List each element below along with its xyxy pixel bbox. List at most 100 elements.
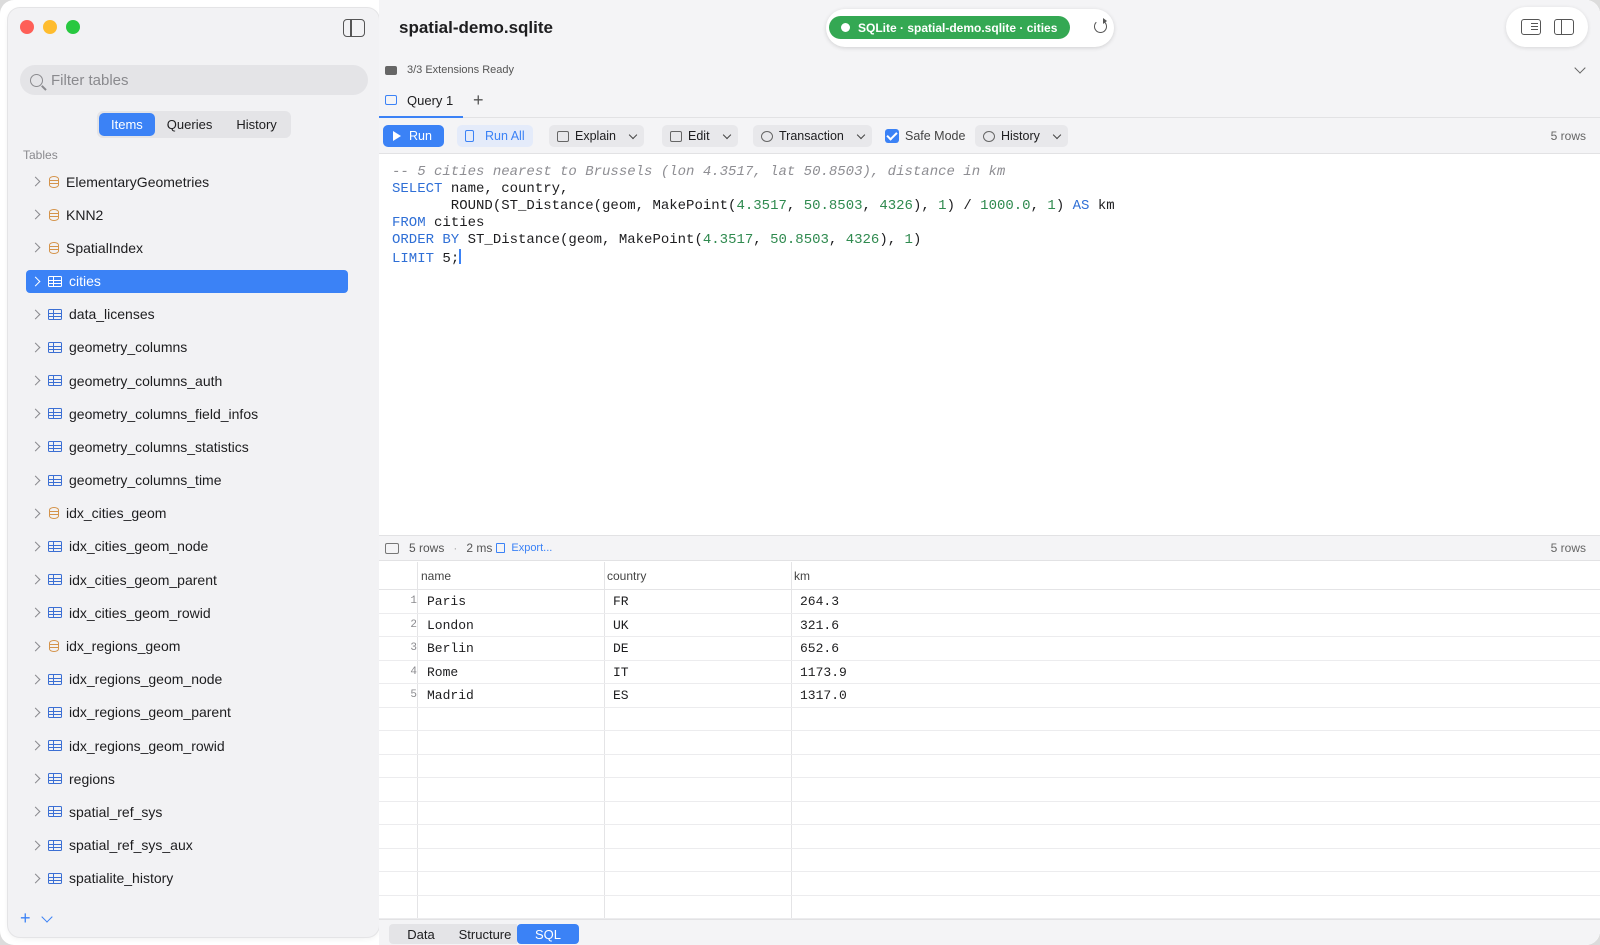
chevron-right-icon[interactable] <box>30 408 41 419</box>
chevron-right-icon[interactable] <box>30 607 41 618</box>
sidebar-item-geometry_columns_auth[interactable]: geometry_columns_auth <box>26 364 348 397</box>
table-row[interactable]: 5 Madrid ES 1317.0 <box>379 684 1600 708</box>
refresh-icon[interactable] <box>1094 18 1107 33</box>
chevron-right-icon[interactable] <box>30 243 41 253</box>
chevron-right-icon[interactable] <box>30 840 41 851</box>
chevron-right-icon[interactable] <box>30 475 41 486</box>
cell-country[interactable]: FR <box>613 594 629 609</box>
column-header-name[interactable]: name <box>421 569 451 583</box>
filter-tables-input[interactable] <box>51 71 351 89</box>
cell-name[interactable]: Paris <box>427 594 466 609</box>
tab-sql[interactable]: SQL <box>517 924 579 944</box>
chevron-down-icon[interactable] <box>1574 62 1586 74</box>
sidebar-item-idx_cities_geom_rowid[interactable]: idx_cities_geom_rowid <box>26 596 348 629</box>
cell-km[interactable]: 1317.0 <box>800 688 847 703</box>
sql-editor[interactable]: -- 5 cities nearest to Brussels (lon 4.3… <box>379 155 1600 533</box>
cell-km[interactable]: 1173.9 <box>800 665 847 680</box>
sidebar-item-data_licenses[interactable]: data_licenses <box>26 298 348 331</box>
table-row[interactable]: 2 London UK 321.6 <box>379 614 1600 637</box>
connection-status-badge[interactable]: SQLite · spatial-demo.sqlite · cities <box>829 16 1071 39</box>
transaction-button[interactable]: Transaction <box>753 125 872 147</box>
column-header-country[interactable]: country <box>607 569 646 583</box>
cell-km[interactable]: 652.6 <box>800 641 839 656</box>
chevron-down-icon[interactable] <box>1052 130 1062 139</box>
chevron-right-icon[interactable] <box>30 375 41 386</box>
sidebar-item-cities[interactable]: cities <box>26 269 348 293</box>
panel-toggle-icon[interactable] <box>1553 19 1574 35</box>
sidebar-item-geometry_columns_time[interactable]: geometry_columns_time <box>26 464 348 497</box>
cell-name[interactable]: London <box>427 618 474 633</box>
chevron-right-icon[interactable] <box>30 508 41 519</box>
sidebar-toggle-icon[interactable] <box>343 19 365 37</box>
table-row[interactable]: 1 Paris FR 264.3 <box>379 590 1600 614</box>
inspector-icon[interactable] <box>1520 19 1541 35</box>
edit-button[interactable]: Edit <box>662 125 738 147</box>
sidebar-item-geometry_columns_field_infos[interactable]: geometry_columns_field_infos <box>26 397 348 430</box>
sidebar-item-spatialite_history[interactable]: spatialite_history <box>26 862 348 895</box>
chevron-right-icon[interactable] <box>30 276 41 287</box>
add-icon[interactable]: + <box>20 908 31 929</box>
cell-country[interactable]: DE <box>613 641 629 656</box>
add-tab-button[interactable]: + <box>473 90 484 111</box>
history-button[interactable]: History <box>975 125 1068 147</box>
sidebar-item-geometry_columns_statistics[interactable]: geometry_columns_statistics <box>26 430 348 463</box>
close-window-button[interactable] <box>20 20 34 34</box>
chevron-right-icon[interactable] <box>30 541 41 552</box>
chevron-right-icon[interactable] <box>30 873 41 884</box>
sidebar-item-regions[interactable]: regions <box>26 762 348 795</box>
chevron-right-icon[interactable] <box>30 342 41 353</box>
sidebar-item-idx_cities_geom[interactable]: idx_cities_geom <box>26 497 348 530</box>
chevron-right-icon[interactable] <box>30 176 41 187</box>
chevron-right-icon[interactable] <box>30 707 41 718</box>
sidebar-item-geometry_columns[interactable]: geometry_columns <box>26 331 348 364</box>
minimize-window-button[interactable] <box>43 20 57 34</box>
sidebar-item-spatial_ref_sys[interactable]: spatial_ref_sys <box>26 795 348 828</box>
cell-name[interactable]: Berlin <box>427 641 474 656</box>
sidebar-item-idx_cities_geom_node[interactable]: idx_cities_geom_node <box>26 530 348 563</box>
zoom-window-button[interactable] <box>66 20 80 34</box>
cell-name[interactable]: Rome <box>427 665 458 680</box>
segment-queries[interactable]: Queries <box>155 113 225 136</box>
safe-mode-checkbox[interactable]: Safe Mode <box>885 125 965 147</box>
sidebar-item-SpatialIndex[interactable]: SpatialIndex <box>26 231 348 264</box>
sidebar-item-idx_regions_geom_rowid[interactable]: idx_regions_geom_rowid <box>26 729 348 762</box>
sidebar-item-idx_cities_geom_parent[interactable]: idx_cities_geom_parent <box>26 563 348 596</box>
export-icon[interactable] <box>496 543 506 553</box>
chevron-down-icon[interactable] <box>722 130 731 139</box>
filter-tables-field[interactable] <box>20 65 368 95</box>
cell-country[interactable]: UK <box>613 618 629 633</box>
sidebar-item-spatial_ref_sys_aux[interactable]: spatial_ref_sys_aux <box>26 829 348 862</box>
table-row[interactable]: 3 Berlin DE 652.6 <box>379 637 1600 661</box>
chevron-down-icon[interactable] <box>628 130 638 139</box>
extensions-bar[interactable]: 3/3 Extensions Ready <box>379 56 1600 84</box>
run-all-button[interactable]: Run All <box>457 125 533 147</box>
cell-country[interactable]: IT <box>613 665 629 680</box>
cell-km[interactable]: 321.6 <box>800 618 839 633</box>
chevron-right-icon[interactable] <box>30 574 41 585</box>
chevron-right-icon[interactable] <box>30 641 41 651</box>
column-header-km[interactable]: km <box>794 569 810 583</box>
segment-items[interactable]: Items <box>99 113 155 136</box>
chevron-down-icon[interactable] <box>40 910 53 923</box>
chevron-right-icon[interactable] <box>30 209 41 220</box>
sidebar-item-ElementaryGeometries[interactable]: ElementaryGeometries <box>26 165 348 198</box>
chevron-right-icon[interactable] <box>30 773 41 784</box>
explain-button[interactable]: Explain <box>549 125 644 147</box>
checkbox-checked-icon[interactable] <box>885 129 899 143</box>
chevron-down-icon[interactable] <box>856 130 866 139</box>
run-button[interactable]: Run <box>383 125 444 147</box>
cell-name[interactable]: Madrid <box>427 688 474 703</box>
sidebar-item-idx_regions_geom_node[interactable]: idx_regions_geom_node <box>26 663 348 696</box>
tab-data[interactable]: Data <box>389 924 453 944</box>
cell-country[interactable]: ES <box>613 688 629 703</box>
tab-query-1[interactable]: Query 1 <box>379 84 463 118</box>
chevron-right-icon[interactable] <box>30 441 41 452</box>
sidebar-item-idx_regions_geom_parent[interactable]: idx_regions_geom_parent <box>26 696 348 729</box>
cell-km[interactable]: 264.3 <box>800 594 839 609</box>
sidebar-item-KNN2[interactable]: KNN2 <box>26 198 348 231</box>
chevron-right-icon[interactable] <box>30 674 41 685</box>
chevron-right-icon[interactable] <box>30 309 41 320</box>
chevron-right-icon[interactable] <box>30 740 41 751</box>
chevron-right-icon[interactable] <box>30 807 41 817</box>
export-button[interactable]: Export... <box>511 542 552 554</box>
